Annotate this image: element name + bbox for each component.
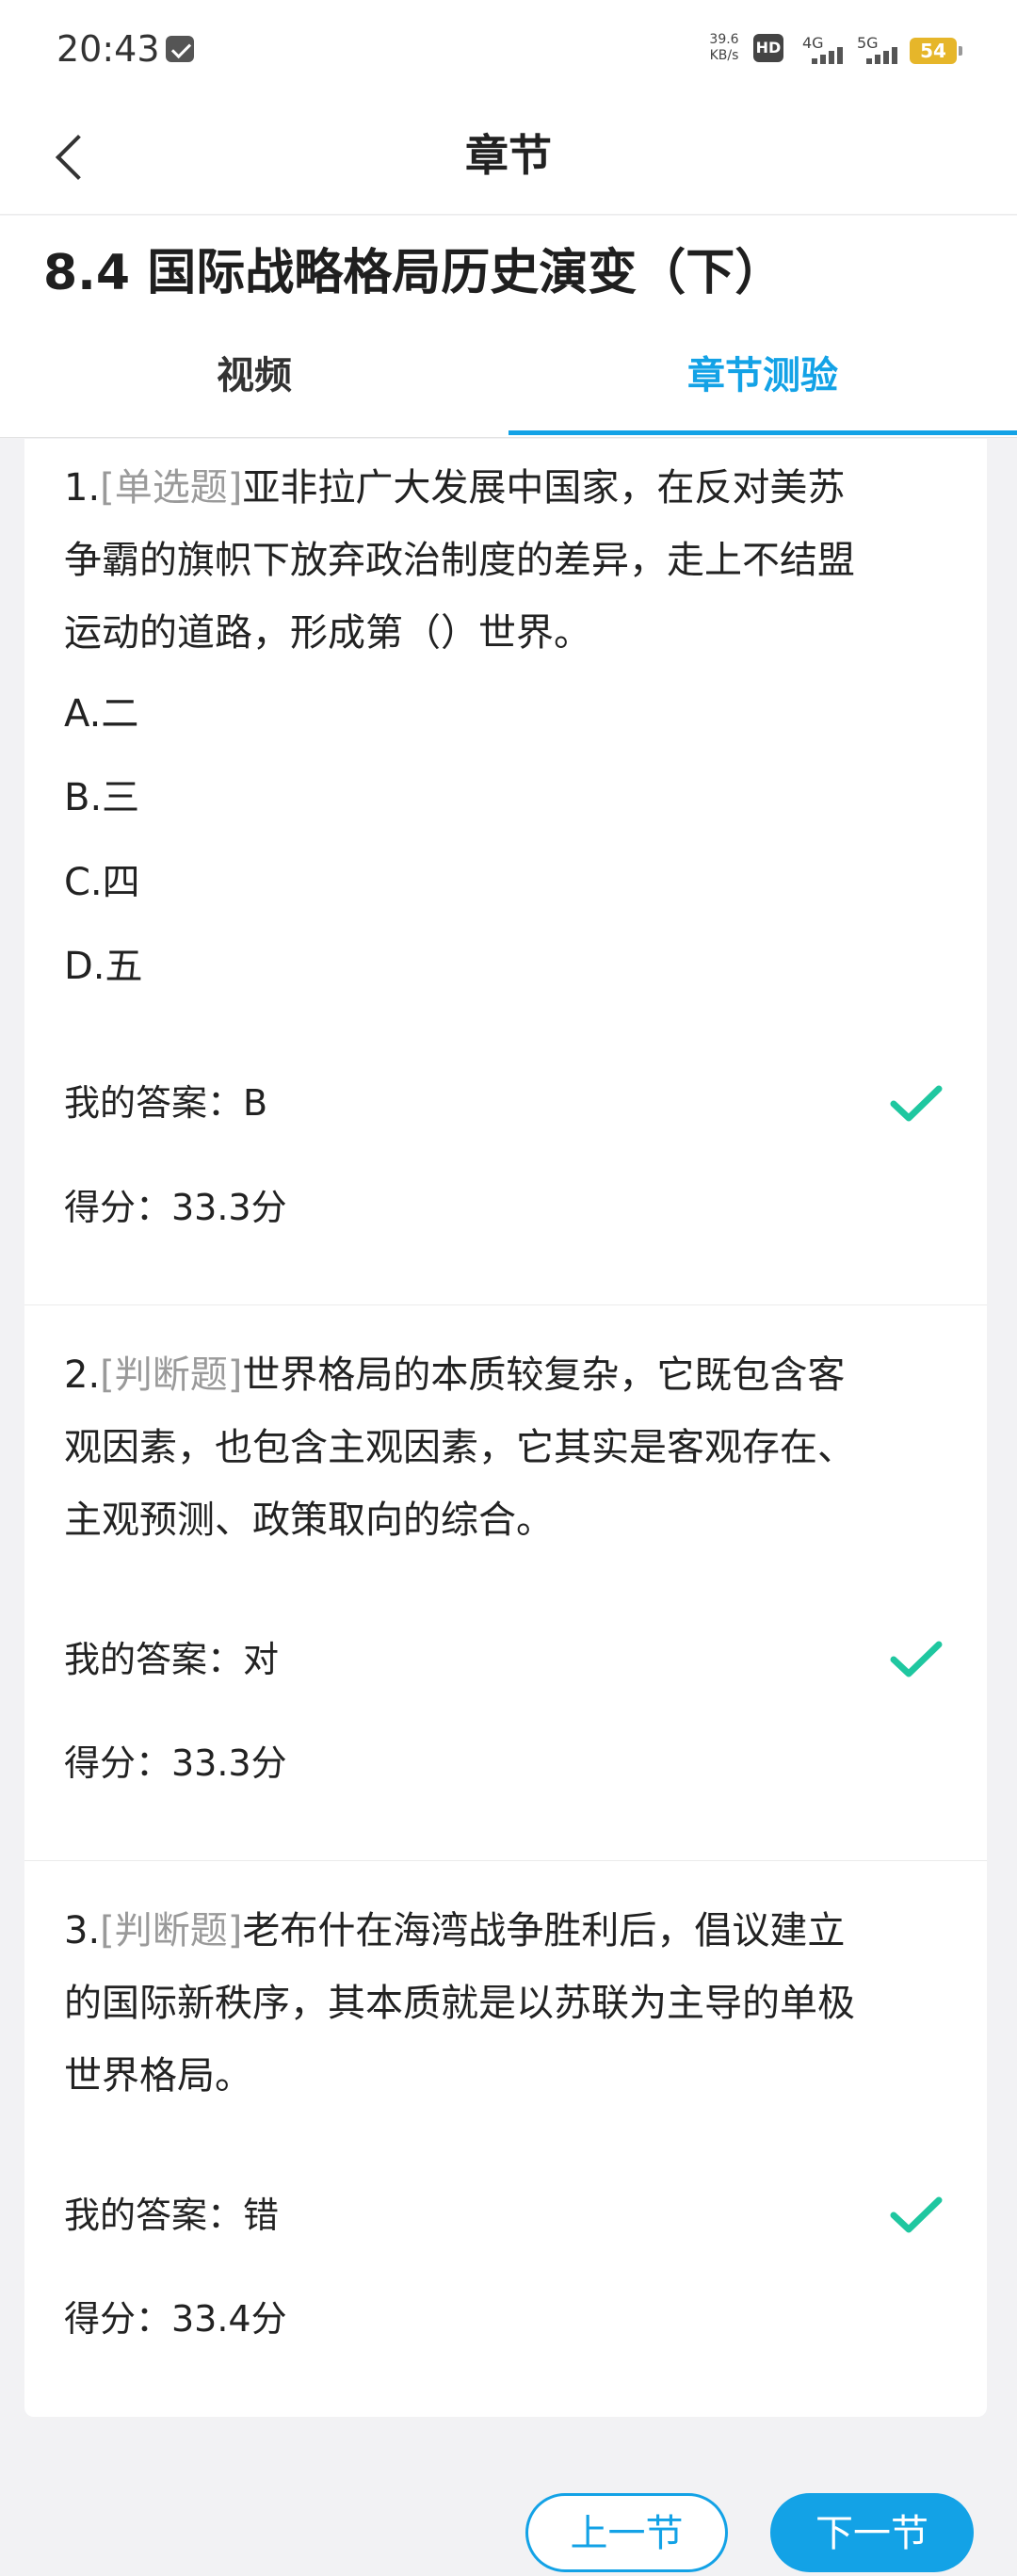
question-text-line3: 主观预测、政策取向的综合。 [64,1499,554,1542]
option-c[interactable]: C.四 [64,854,140,911]
status-bar: 20:43 39.6 KB/s HD 4G 5G 54 [0,0,1017,102]
score: 得分：33.3分 [64,1187,287,1228]
question-2: 2.[判断题]世界格局的本质较复杂，它既包含客 观因素，也包含主观因素，它其实是… [24,1305,987,1861]
tab-chapter-quiz[interactable]: 章节测验 [508,338,1017,436]
question-3: 3.[判断题]老布什在海湾战争胜利后，倡议建立 的国际新秩序，其本质就是以苏联为… [24,1861,987,2417]
signal-4g-icon: 4G [802,34,846,64]
network-speed: 39.6 KB/s [702,32,746,64]
option-b[interactable]: B.三 [64,770,139,826]
my-answer: 我的答案：错 [64,2195,280,2236]
question-text-line1: 老布什在海湾战争胜利后，倡议建立 [242,1909,846,1952]
correct-check-icon [890,2196,943,2233]
battery-icon: 54 [910,38,962,64]
my-answer: 我的答案：B [64,1082,268,1124]
my-answer: 我的答案：对 [64,1639,280,1680]
nav-bar: 章节 [0,102,1017,215]
question-3-text: 3.[判断题]老布什在海湾战争胜利后，倡议建立 的国际新秩序，其本质就是以苏联为… [64,1895,959,2113]
question-text-line3: 世界格局。 [64,2054,252,2098]
question-text-line1: 世界格局的本质较复杂，它既包含客 [242,1353,846,1397]
question-type: [判断题] [100,1909,243,1952]
tab-video[interactable]: 视频 [0,338,508,436]
question-text-line2: 观因素，也包含主观因素，它其实是客观存在、 [64,1426,855,1469]
question-1-text: 1.[单选题]亚非拉广大发展中国家，在反对美苏 争霸的旗帜下放弃政治制度的差异，… [64,452,959,670]
next-section-button[interactable]: 下一节 [770,2493,974,2572]
chapter-header: 8.4 国际战略格局历史演变（下） 视频 章节测验 [0,216,1017,438]
page-title: 章节 [465,130,552,181]
hd-voice-icon: HD [753,34,783,62]
signal-5g-icon: 5G [857,34,900,64]
option-a[interactable]: A.二 [64,686,138,742]
question-number: 1. [64,466,101,510]
question-type: [判断题] [100,1353,243,1397]
message-notification-icon [166,36,194,62]
question-type: [单选题] [100,466,243,510]
question-2-text: 2.[判断题]世界格局的本质较复杂，它既包含客 观因素，也包含主观因素，它其实是… [64,1339,959,1557]
question-text-line3: 运动的道路，形成第（）世界。 [64,611,591,655]
question-text-line1: 亚非拉广大发展中国家，在反对美苏 [242,466,846,510]
question-1: 1.[单选题]亚非拉广大发展中国家，在反对美苏 争霸的旗帜下放弃政治制度的差异，… [24,439,987,1305]
question-number: 2. [64,1353,101,1397]
option-d[interactable]: D.五 [64,938,143,995]
status-time: 20:43 [56,28,160,70]
network-speed-value: 39.6 [709,32,739,47]
previous-section-button[interactable]: 上一节 [525,2493,728,2572]
score: 得分：33.3分 [64,1742,287,1784]
correct-check-icon [890,1085,943,1122]
question-number: 3. [64,1909,101,1952]
correct-check-icon [890,1641,943,1677]
question-text-line2: 的国际新秩序，其本质就是以苏联为主导的单极 [64,1982,855,2025]
chapter-title: 8.4 国际战略格局历史演变（下） [43,245,784,301]
score: 得分：33.4分 [64,2298,287,2340]
network-speed-unit: KB/s [709,48,739,63]
active-tab-indicator [508,430,1017,435]
question-text-line2: 争霸的旗帜下放弃政治制度的差异，走上不结盟 [64,539,855,582]
quiz-card: 1.[单选题]亚非拉广大发展中国家，在反对美苏 争霸的旗帜下放弃政治制度的差异，… [24,439,987,2417]
